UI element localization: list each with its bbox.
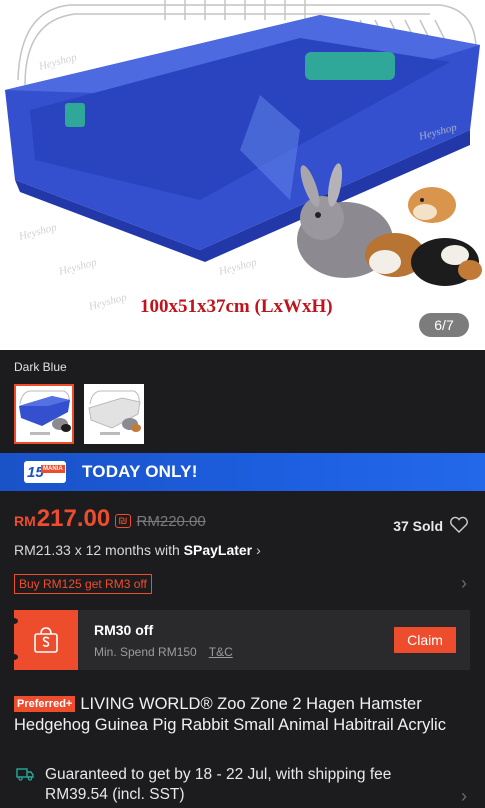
svg-text:Heyshop: Heyshop: [57, 256, 99, 278]
shopping-bag-icon: [34, 627, 58, 653]
installment-info[interactable]: RM21.33 x 12 months with SPayLater ›: [14, 542, 261, 558]
svg-text:Heyshop: Heyshop: [37, 51, 79, 73]
svg-text:Heyshop: Heyshop: [17, 221, 59, 243]
product-page: Heyshop Heyshop Heyshop Heyshop Heyshop …: [0, 0, 485, 808]
price-row: RM 217.00 ₪ RM220.00: [14, 505, 206, 533]
promo-tag[interactable]: Buy RM125 get RM3 off: [14, 574, 152, 594]
chevron-right-icon[interactable]: ›: [461, 786, 467, 807]
svg-text:Heyshop: Heyshop: [87, 291, 129, 313]
product-title: Preferred+ LIVING WORLD® Zoo Zone 2 Hagen…: [14, 694, 476, 736]
voucher-min-spend: Min. Spend RM150 T&C: [94, 645, 233, 659]
voucher-title: RM30 off: [94, 622, 154, 638]
voucher-stub: [10, 610, 78, 670]
dark-blue-cage-thumb: [19, 390, 71, 435]
svg-text:Heyshop: Heyshop: [217, 256, 259, 278]
sold-count: 37 Sold: [393, 518, 443, 534]
installment-text: RM21.33 x 12 months with: [14, 542, 184, 558]
dimensions-text: 100x51x37cm (LxWxH): [140, 296, 333, 317]
spaylater-brand: SPayLater: [183, 542, 253, 558]
variation-thumbnails: [14, 384, 144, 444]
truck-icon: [16, 768, 34, 781]
voucher-min-spend-text: Min. Spend RM150: [94, 645, 197, 659]
mania-badge: 15 MANIA: [24, 461, 66, 483]
image-counter: 6/7: [419, 313, 469, 337]
heart-icon[interactable]: [449, 516, 469, 534]
preferred-plus-badge: Preferred+: [14, 696, 76, 712]
chevron-right-icon[interactable]: ›: [461, 573, 467, 594]
white-cage-thumb: [88, 390, 141, 435]
variation-option-white[interactable]: [84, 384, 144, 444]
chevron-right-icon: ›: [256, 542, 261, 558]
variation-option-dark-blue[interactable]: [14, 384, 74, 444]
voucher-tc-link[interactable]: T&C: [209, 645, 233, 659]
shipping-info[interactable]: Guaranteed to get by 18 - 22 Jul, with s…: [45, 765, 445, 805]
currency-label: RM: [14, 513, 36, 529]
coin-icon: ₪: [115, 514, 131, 528]
current-price: 217.00: [36, 505, 111, 532]
product-title-text: LIVING WORLD® Zoo Zone 2 Hagen Hamster H…: [14, 695, 446, 734]
original-price: RM220.00: [136, 513, 206, 530]
voucher-details: RM30 off Min. Spend RM150 T&C: [94, 610, 233, 670]
claim-button[interactable]: Claim: [394, 627, 456, 653]
mania-badge-word: MANIA: [41, 465, 65, 473]
shop-voucher: RM30 off Min. Spend RM150 T&C Claim: [10, 610, 470, 670]
product-image[interactable]: Heyshop Heyshop Heyshop Heyshop Heyshop …: [0, 0, 485, 350]
banner-text: TODAY ONLY!: [82, 462, 198, 481]
variation-label: Dark Blue: [14, 360, 67, 374]
today-only-banner: 15 MANIA TODAY ONLY!: [0, 453, 485, 491]
